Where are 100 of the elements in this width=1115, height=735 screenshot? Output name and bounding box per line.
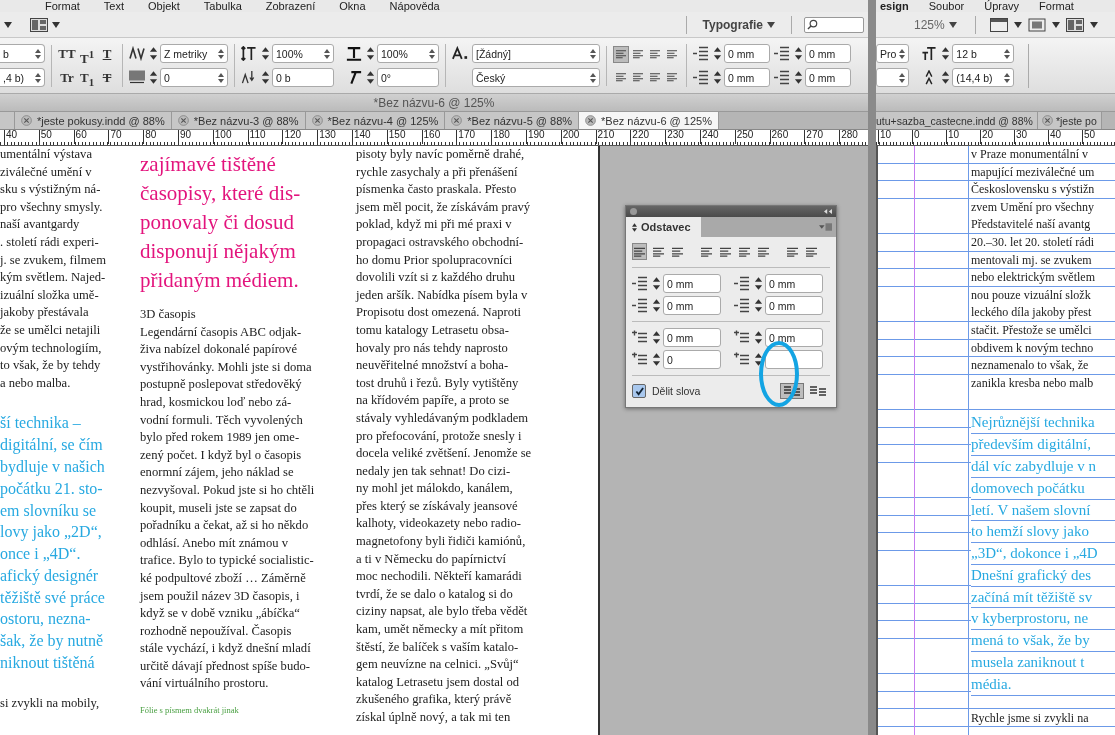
caret-icon[interactable] xyxy=(52,21,60,28)
close-icon[interactable] xyxy=(177,115,189,126)
spacing-field[interactable] xyxy=(765,350,823,369)
font-size-field[interactable]: 12 b xyxy=(952,44,1015,63)
skew-field[interactable]: 0° xyxy=(377,68,439,87)
type-style-button[interactable]: TT xyxy=(58,44,76,63)
type-style-button[interactable]: Tr xyxy=(58,68,76,87)
spacing-field[interactable]: 0 mm xyxy=(663,328,721,347)
vertical-scale-field[interactable]: 100% xyxy=(272,44,334,63)
indent-field[interactable]: 0 mm xyxy=(724,44,770,63)
menu-item[interactable]: Nápověda xyxy=(389,0,440,12)
stepper-icon[interactable] xyxy=(261,70,270,85)
document-tab[interactable]: *Bez názvu-5 @ 88% xyxy=(445,112,580,129)
close-button[interactable] xyxy=(630,208,637,215)
stepper-icon[interactable] xyxy=(754,298,763,313)
search-field[interactable] xyxy=(804,16,864,33)
caret-icon[interactable] xyxy=(1089,21,1098,28)
stepper-icon[interactable] xyxy=(652,330,661,345)
body-text-line: ziválečné umění v xyxy=(0,163,93,181)
menu-item[interactable]: Soubor xyxy=(928,0,965,12)
body-text-line: písmenka často praskala. Přesto xyxy=(356,181,518,199)
frame-icon[interactable] xyxy=(1027,17,1046,32)
close-icon[interactable] xyxy=(311,115,323,126)
size-field[interactable]: b xyxy=(0,44,45,63)
indent-field[interactable]: 0 mm xyxy=(724,68,770,87)
menu-item[interactable]: Zobrazení xyxy=(265,0,316,12)
indent-field[interactable]: 0 mm xyxy=(663,296,721,315)
document-tab[interactable]: *jeste po xyxy=(1037,112,1102,129)
caret-icon[interactable] xyxy=(4,21,12,28)
stepper-icon[interactable] xyxy=(754,276,763,291)
indent-field[interactable]: 0 mm xyxy=(805,44,851,63)
menu-item[interactable]: Format xyxy=(1039,0,1074,12)
stepper-icon[interactable] xyxy=(149,46,158,61)
stepper-icon[interactable] xyxy=(652,352,661,367)
text-lines-icon xyxy=(720,246,731,257)
baseline-shift-field[interactable]: 0 b xyxy=(272,68,334,87)
document-tab[interactable]: *Bez názvu-6 @ 125% xyxy=(579,112,719,129)
stepper-icon[interactable] xyxy=(366,46,375,61)
stepper-icon[interactable] xyxy=(754,330,763,345)
dropdown-arrows-icon xyxy=(218,72,224,83)
stepper-icon[interactable] xyxy=(149,70,158,85)
tracking-field[interactable]: 0 xyxy=(160,68,228,87)
menu-item[interactable]: Objekt xyxy=(148,0,180,12)
dropdown-arrows-icon xyxy=(899,72,906,83)
size-field[interactable]: ,4 b) xyxy=(0,68,45,87)
spacing-field[interactable]: 0 xyxy=(663,350,721,369)
zoom-dropdown[interactable]: 125% xyxy=(910,15,961,34)
indent-field[interactable]: 0 mm xyxy=(663,274,721,293)
stepper-icon[interactable] xyxy=(261,46,270,61)
stepper-icon[interactable] xyxy=(652,298,661,313)
ruler-number: 190 xyxy=(525,130,561,144)
indent-field[interactable]: 0 mm xyxy=(805,68,851,87)
menu-item[interactable]: Text xyxy=(103,0,125,12)
indent-field[interactable]: 0 mm xyxy=(765,274,823,293)
panel-menu-icon[interactable] xyxy=(819,223,832,231)
checkbox[interactable] xyxy=(632,384,646,398)
close-icon[interactable] xyxy=(1041,115,1053,126)
type-style-button[interactable]: T$_{1}$ xyxy=(78,68,96,87)
font-style-field[interactable] xyxy=(876,68,910,87)
workspace-button[interactable]: Typografie xyxy=(698,15,779,34)
stepper-icon[interactable] xyxy=(713,70,722,85)
menu-item[interactable]: Tabulka xyxy=(203,0,242,12)
align-button[interactable] xyxy=(613,45,629,63)
document-tab[interactable]: *jeste pokusy.indd @ 88% xyxy=(15,112,172,129)
document-tab[interactable]: *Bez názvu-3 @ 88% xyxy=(171,112,306,129)
spacing-field[interactable]: 0 mm xyxy=(765,328,823,347)
menu-item[interactable]: Format xyxy=(45,0,80,12)
stepper-icon[interactable] xyxy=(754,352,763,367)
kerning-field[interactable]: Z metriky xyxy=(160,44,228,63)
stepper-icon[interactable] xyxy=(794,46,803,61)
indent-field[interactable]: 0 mm xyxy=(765,296,823,315)
collapse-icon[interactable] xyxy=(824,209,832,214)
panels-icon[interactable] xyxy=(1065,17,1084,32)
panels-icon[interactable] xyxy=(30,17,48,32)
document-tab[interactable]: utu+sazba_castecne.indd @ 88% xyxy=(876,112,1038,129)
type-style-button[interactable]: T xyxy=(98,68,116,87)
menu-item[interactable]: Okna xyxy=(339,0,366,12)
close-icon[interactable] xyxy=(451,115,463,126)
caret-icon[interactable] xyxy=(1013,21,1022,28)
stepper-icon[interactable] xyxy=(652,276,661,291)
stepper-icon[interactable] xyxy=(794,70,803,85)
stepper-icon[interactable] xyxy=(366,70,375,85)
hyphenate-checkbox[interactable]: Dělit slova xyxy=(632,384,701,398)
type-style-button[interactable]: T$^{1}$ xyxy=(78,44,96,63)
type-style-button[interactable]: T xyxy=(98,44,116,63)
language-dropdown[interactable]: Český xyxy=(472,68,600,87)
caret-icon[interactable] xyxy=(1051,21,1060,28)
menu-item[interactable]: Úpravy xyxy=(984,0,1020,12)
menu-item[interactable]: esign xyxy=(880,0,909,12)
panel-tab[interactable]: Odstavec xyxy=(626,217,701,237)
align-button[interactable] xyxy=(632,243,647,260)
leading-field[interactable]: (14,4 b) xyxy=(952,68,1015,87)
stepper-icon[interactable] xyxy=(713,46,722,61)
horizontal-scale-field[interactable]: 100% xyxy=(377,44,439,63)
character-style-dropdown[interactable]: [Žádný] xyxy=(472,44,600,63)
screen-mode-icon[interactable] xyxy=(989,17,1008,32)
font-family-field[interactable]: Pro xyxy=(876,44,910,63)
close-icon[interactable] xyxy=(21,115,32,126)
close-icon[interactable] xyxy=(585,115,597,126)
document-tab[interactable]: *Bez názvu-4 @ 125% xyxy=(305,112,446,129)
